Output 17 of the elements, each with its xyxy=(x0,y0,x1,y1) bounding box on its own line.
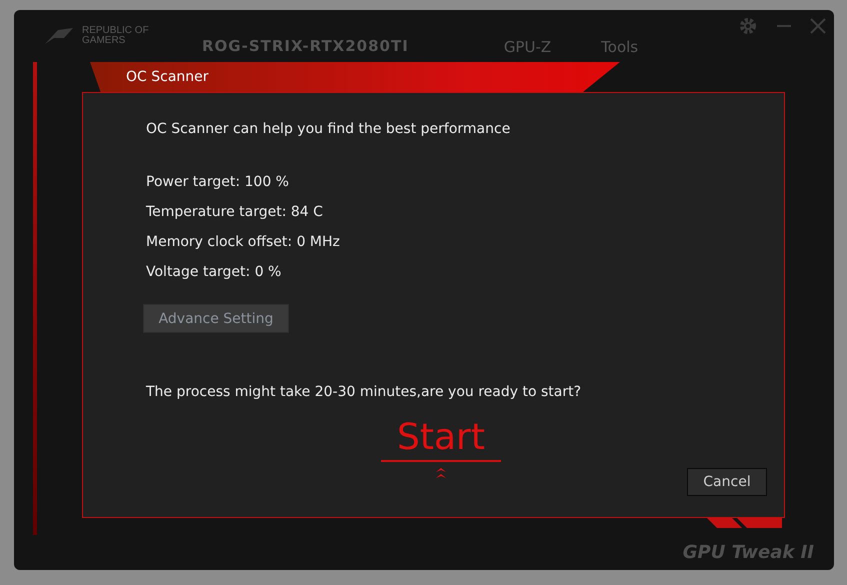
footer-brand: GPU Tweak II xyxy=(682,542,814,563)
settings-icon[interactable] xyxy=(738,16,758,36)
brand-text: REPUBLIC OF GAMERS xyxy=(82,26,150,46)
close-icon[interactable] xyxy=(810,18,826,34)
setting-text: Power target: 100 % xyxy=(146,173,290,191)
start-button[interactable]: Start xyxy=(381,418,501,462)
nav-tab[interactable]: Tools xyxy=(601,38,638,56)
intro-text: OC Scanner can help you find the best performance xyxy=(146,121,512,137)
device-name: ROG-STRIX-RTX2080TI xyxy=(202,37,409,55)
chevron-up-icon xyxy=(435,467,447,479)
setting-text: Voltage target: 0 % xyxy=(146,263,282,281)
advance-setting-button[interactable]: Advance Setting xyxy=(143,304,289,333)
setting-text: Temperature target: 84 C xyxy=(146,203,324,221)
question-text: The process might take 20-30 minutes,are you ready to start? xyxy=(146,384,582,400)
cancel-button[interactable]: Cancel xyxy=(687,468,767,496)
setting-text: Memory clock offset: 0 MHz xyxy=(146,233,341,251)
nav-tab[interactable]: GPU-Z xyxy=(504,38,552,56)
